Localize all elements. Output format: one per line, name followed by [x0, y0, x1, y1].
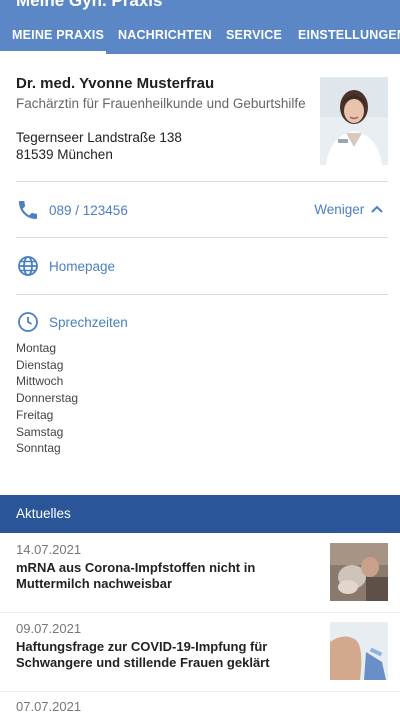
- news-thumbnail: [330, 622, 388, 680]
- phone-icon: [16, 198, 40, 222]
- tab-bar: MEINE PRAXIS NACHRICHTEN SERVICE EINSTEL…: [0, 18, 400, 54]
- tab-meine-praxis[interactable]: MEINE PRAXIS: [12, 18, 104, 54]
- divider: [16, 181, 388, 182]
- phone-number[interactable]: 089 / 123456: [49, 203, 128, 218]
- day-wednesday: Mittwoch: [16, 374, 64, 389]
- news-section-title: Aktuelles: [16, 506, 71, 521]
- day-saturday: Samstag: [16, 424, 64, 439]
- tab-einstellungen[interactable]: EINSTELLUNGEN: [298, 18, 400, 54]
- day-friday: Freitag: [16, 407, 54, 422]
- opening-days-list: Montag Dienstag Mittwoch Donnerstag Frei…: [16, 340, 78, 457]
- news-section-header: Aktuelles: [0, 495, 400, 533]
- app-title: Meine Gyn. Praxis: [16, 0, 163, 10]
- clock-icon: [16, 310, 40, 334]
- divider: [16, 294, 388, 295]
- day-sunday: Sonntag: [16, 441, 61, 456]
- doctor-photo: [320, 77, 388, 165]
- news-item[interactable]: 14.07.2021 mRNA aus Corona-Impfstoffen n…: [0, 533, 400, 613]
- tab-nachrichten[interactable]: NACHRICHTEN: [118, 18, 212, 54]
- news-date: 07.07.2021: [16, 699, 82, 714]
- less-toggle-label: Weniger: [314, 202, 365, 217]
- address-street: Tegernseer Landstraße 138: [16, 130, 182, 145]
- news-thumbnail: [330, 543, 388, 601]
- active-tab-indicator: [0, 51, 106, 54]
- divider: [16, 237, 388, 238]
- globe-icon: [16, 254, 40, 278]
- day-tuesday: Dienstag: [16, 357, 64, 372]
- day-monday: Montag: [16, 341, 57, 355]
- doctor-name: Dr. med. Yvonne Musterfrau: [16, 75, 215, 92]
- less-toggle[interactable]: Weniger: [314, 202, 384, 217]
- hours-label[interactable]: Sprechzeiten: [49, 315, 128, 330]
- doctor-specialty: Fachärztin für Frauenheilkunde und Gebur…: [16, 96, 306, 111]
- news-date: 14.07.2021: [16, 542, 82, 557]
- day-thursday: Donnerstag: [16, 391, 79, 406]
- chevron-up-icon: [370, 202, 384, 216]
- address-city: 81539 München: [16, 147, 113, 162]
- news-item[interactable]: 09.07.2021 Haftungsfrage zur COVID-19-Im…: [0, 612, 400, 692]
- homepage-link[interactable]: Homepage: [49, 259, 115, 274]
- tab-service[interactable]: SERVICE: [226, 18, 282, 54]
- news-item[interactable]: 07.07.2021: [0, 691, 400, 714]
- news-title: Haftungsfrage zur COVID-19-Impfung für S…: [16, 639, 270, 670]
- news-date: 09.07.2021: [16, 621, 82, 636]
- news-thumbnail: [330, 703, 388, 711]
- app-bar: Meine Gyn. Praxis MEINE PRAXIS NACHRICHT…: [0, 0, 400, 54]
- news-title: mRNA aus Corona-Impfstoffen nicht in Mut…: [16, 560, 256, 591]
